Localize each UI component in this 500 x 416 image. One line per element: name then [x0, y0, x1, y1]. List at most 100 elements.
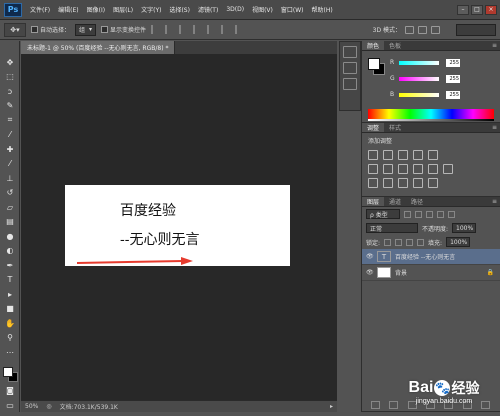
quick-select-tool-icon[interactable]: ✎: [1, 99, 19, 114]
menu-edit[interactable]: 编辑(E): [54, 5, 82, 14]
slider-value-g[interactable]: 255: [446, 74, 460, 83]
status-menu-icon[interactable]: ▸: [330, 403, 333, 410]
color-swatches[interactable]: [1, 366, 19, 382]
canvas-area[interactable]: 百度经验 --无心则无言: [21, 54, 337, 400]
eraser-tool-icon[interactable]: ▱: [1, 200, 19, 215]
roll-3d-icon[interactable]: [418, 25, 427, 34]
panel-menu-icon[interactable]: ≡: [492, 41, 497, 50]
link-layers-icon[interactable]: [370, 401, 380, 409]
filter-shape-icon[interactable]: [437, 210, 444, 218]
align-right-icon[interactable]: [221, 25, 230, 34]
lock-pixels-icon[interactable]: [395, 238, 403, 246]
distribute-icon[interactable]: [235, 25, 244, 34]
pan-3d-icon[interactable]: [431, 25, 440, 34]
brush-tool-icon[interactable]: ⁄: [1, 157, 19, 172]
slider-value-r[interactable]: 255: [446, 58, 460, 67]
tab-swatches[interactable]: 色板: [384, 41, 406, 50]
lasso-tool-icon[interactable]: ↄ: [1, 84, 19, 99]
tab-layers[interactable]: 图层: [362, 197, 385, 206]
layer-filter-select[interactable]: ρ 类型: [366, 209, 400, 219]
screen-mode-icon[interactable]: ▭: [1, 398, 19, 413]
foreground-color[interactable]: [3, 366, 13, 377]
status-info-icon[interactable]: ◎: [46, 403, 51, 410]
color-panel-foreground[interactable]: [368, 58, 380, 70]
filter-pixel-icon[interactable]: [404, 210, 411, 218]
exposure-icon[interactable]: [413, 150, 423, 160]
panel-menu-icon[interactable]: ≡: [492, 123, 497, 132]
menu-layer[interactable]: 图层(L): [109, 5, 137, 14]
quick-mask-icon[interactable]: ◙: [1, 384, 19, 399]
auto-select-option[interactable]: 自动选择：: [31, 25, 70, 34]
move-tool-icon[interactable]: ✥: [1, 55, 19, 70]
channel-mixer-icon[interactable]: [428, 164, 438, 174]
align-center-icon[interactable]: [207, 25, 216, 34]
lock-position-icon[interactable]: [406, 238, 414, 246]
clone-stamp-tool-icon[interactable]: ⊥: [1, 171, 19, 186]
color-balance-icon[interactable]: [383, 164, 393, 174]
curves-icon[interactable]: [398, 150, 408, 160]
blur-tool-icon[interactable]: ●: [1, 229, 19, 244]
hue-saturation-icon[interactable]: [368, 164, 378, 174]
close-icon[interactable]: ×: [485, 4, 497, 15]
history-panel-icon[interactable]: [343, 46, 357, 58]
pen-tool-icon[interactable]: ✒: [1, 258, 19, 273]
brightness-icon[interactable]: [368, 150, 378, 160]
fill-input[interactable]: 100%: [446, 237, 471, 247]
tab-styles[interactable]: 样式: [384, 123, 406, 132]
workspace-select[interactable]: [456, 24, 496, 36]
tab-paths[interactable]: 路径: [406, 197, 428, 206]
slider-track-g[interactable]: [399, 76, 439, 81]
levels-icon[interactable]: [383, 150, 393, 160]
black-white-icon[interactable]: [398, 164, 408, 174]
menu-type[interactable]: 文字(Y): [137, 5, 165, 14]
minimize-icon[interactable]: –: [457, 4, 469, 15]
photo-filter-icon[interactable]: [413, 164, 423, 174]
gradient-tool-icon[interactable]: ▤: [1, 215, 19, 230]
eyedropper-tool-icon[interactable]: ⁄: [1, 128, 19, 143]
threshold-icon[interactable]: [398, 178, 408, 188]
tab-channels[interactable]: 通道: [384, 197, 406, 206]
menu-select[interactable]: 选择(S): [165, 5, 194, 14]
selective-color-icon[interactable]: [413, 178, 423, 188]
slider-value-b[interactable]: 255: [446, 90, 460, 99]
layer-name[interactable]: 百度经验 --无心则无言: [395, 252, 455, 261]
slider-track-r[interactable]: [399, 60, 439, 65]
menu-window[interactable]: 窗口(W): [277, 5, 308, 14]
tab-color[interactable]: 颜色: [362, 41, 385, 50]
rotate-3d-icon[interactable]: [405, 25, 414, 34]
menu-view[interactable]: 视图(V): [248, 5, 277, 14]
maximize-icon[interactable]: □: [471, 4, 483, 15]
layer-row[interactable]: 👁 T 百度经验 --无心则无言: [362, 249, 500, 265]
align-middle-icon[interactable]: [165, 25, 174, 34]
filter-smart-object-icon[interactable]: [448, 210, 455, 218]
slider-track-b[interactable]: [399, 92, 439, 97]
menu-3d[interactable]: 3D(D): [222, 6, 248, 13]
posterize-icon[interactable]: [383, 178, 393, 188]
vibrance-icon[interactable]: [428, 150, 438, 160]
align-top-icon[interactable]: [151, 25, 160, 34]
transform-controls-option[interactable]: 显示变换控件: [101, 25, 146, 34]
zoom-level[interactable]: 50%: [25, 403, 38, 410]
edit-toolbar-icon[interactable]: ⋯: [1, 345, 19, 360]
menu-help[interactable]: 帮助(H): [308, 5, 337, 14]
dodge-tool-icon[interactable]: ◐: [1, 244, 19, 259]
invert-icon[interactable]: [368, 178, 378, 188]
hand-tool-icon[interactable]: ✋: [1, 316, 19, 331]
lock-transparency-icon[interactable]: [384, 238, 392, 246]
healing-brush-tool-icon[interactable]: ✚: [1, 142, 19, 157]
history-brush-tool-icon[interactable]: ↺: [1, 186, 19, 201]
transform-controls-checkbox[interactable]: [101, 26, 109, 33]
filter-type-icon[interactable]: [426, 210, 433, 218]
document-canvas[interactable]: 百度经验 --无心则无言: [65, 185, 290, 266]
move-tool-icon[interactable]: ✥▾: [4, 22, 26, 37]
eye-icon[interactable]: 👁: [366, 269, 374, 276]
tab-adjustments[interactable]: 调整: [362, 123, 385, 132]
zoom-tool-icon[interactable]: ⚲: [1, 331, 19, 346]
menu-file[interactable]: 文件(F): [26, 5, 54, 14]
menu-image[interactable]: 图像(I): [83, 5, 109, 14]
marquee-tool-icon[interactable]: ⬚: [1, 70, 19, 85]
opacity-input[interactable]: 100%: [452, 223, 477, 233]
type-tool-icon[interactable]: T: [1, 273, 19, 288]
grey-ramp[interactable]: [368, 119, 494, 121]
crop-tool-icon[interactable]: ⌗: [1, 113, 19, 128]
